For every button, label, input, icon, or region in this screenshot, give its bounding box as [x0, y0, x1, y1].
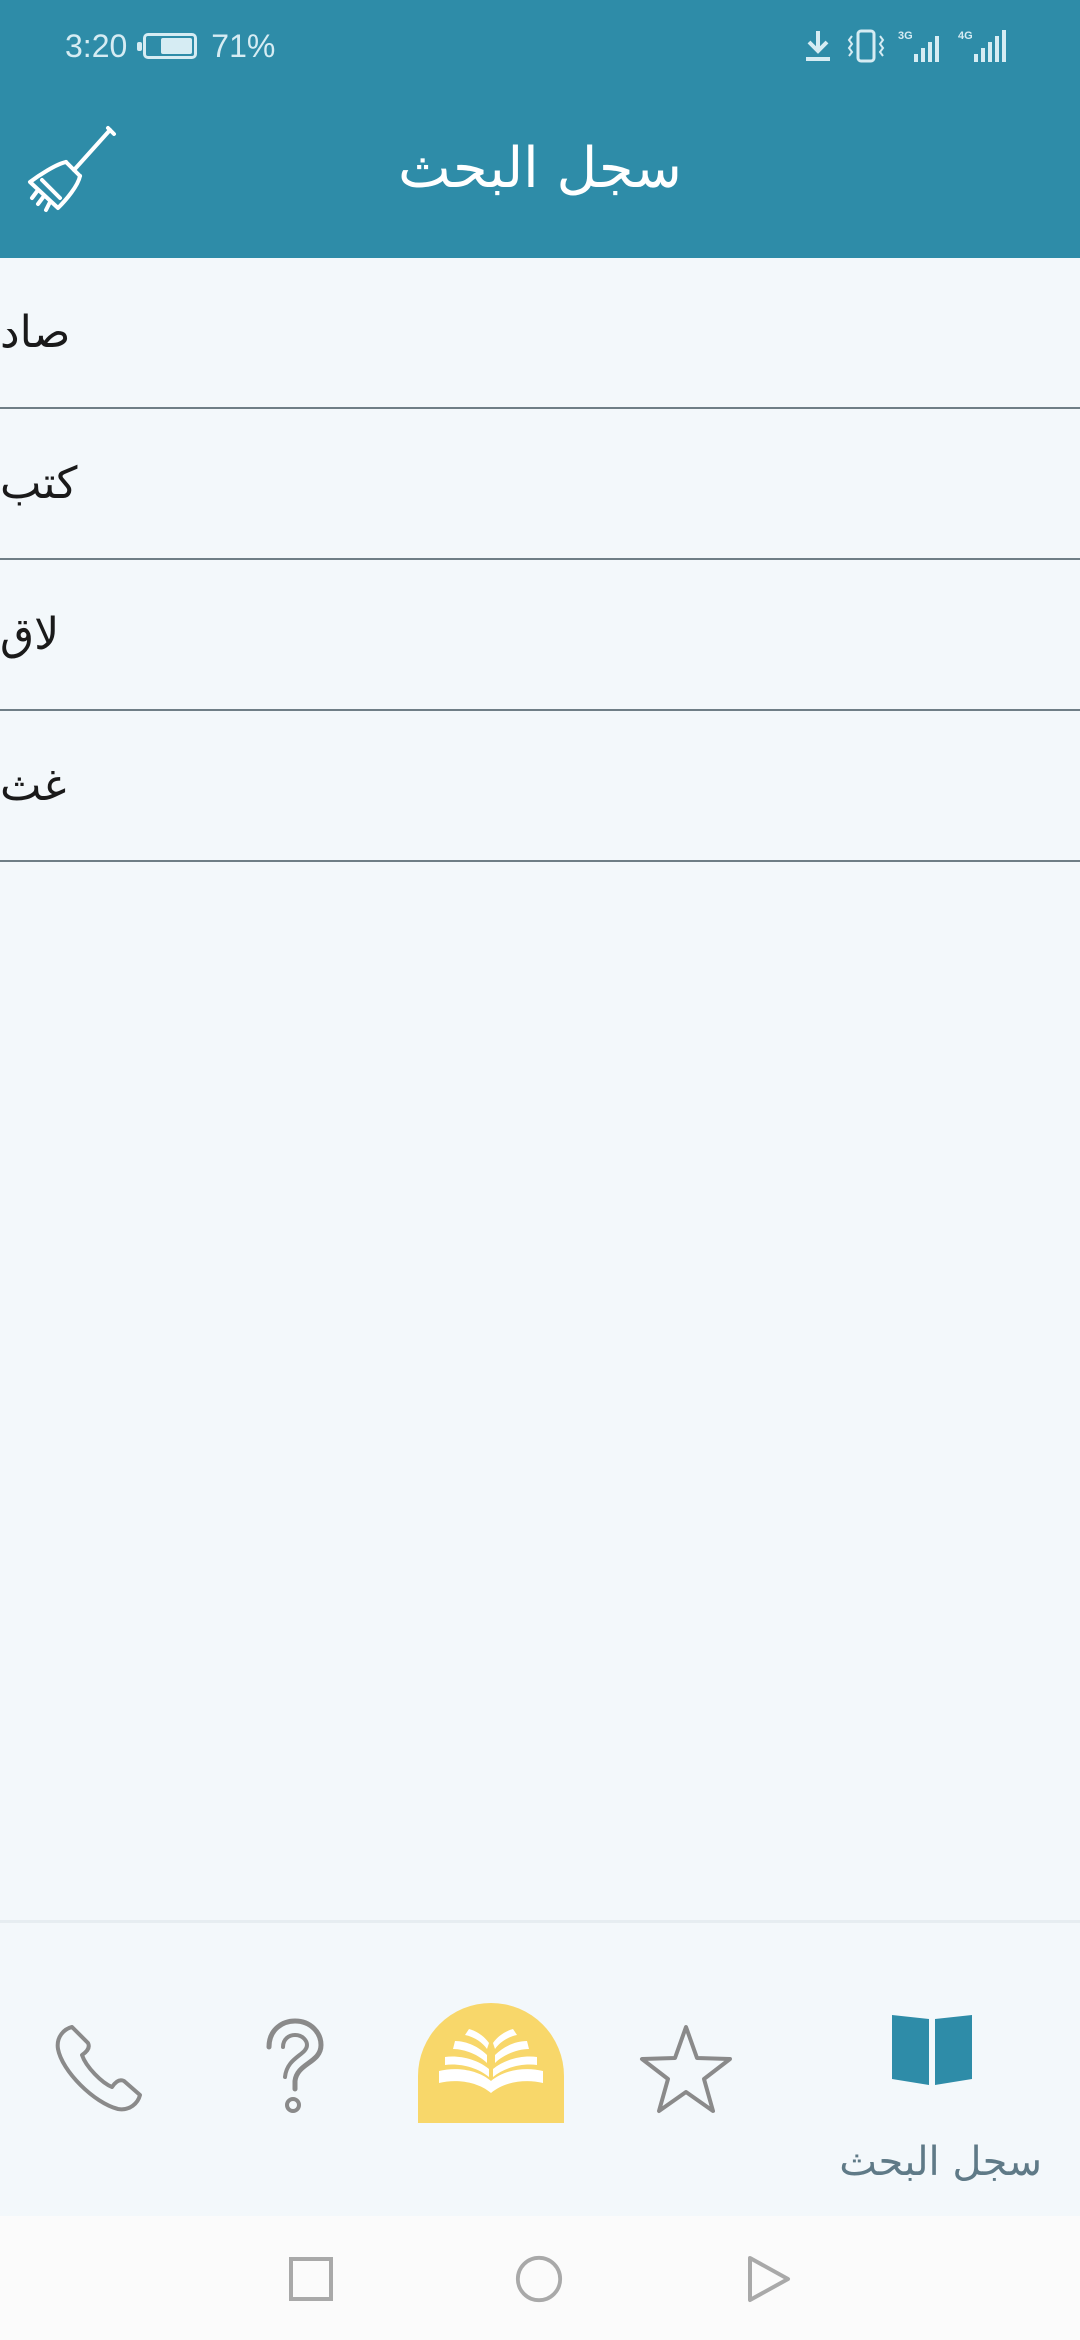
triangle-icon — [748, 2256, 790, 2302]
nav-contact[interactable] — [48, 2019, 148, 2119]
network-3g-label: 3G — [898, 30, 913, 42]
phone-icon — [55, 2025, 142, 2112]
search-history-list: صاد كتب لاق غث — [0, 258, 1080, 862]
nav-home[interactable] — [418, 2003, 564, 2123]
history-item[interactable]: لاق — [0, 560, 1080, 711]
nav-search-history[interactable] — [882, 2003, 982, 2099]
vibrate-icon — [847, 29, 885, 63]
battery-icon — [137, 33, 198, 59]
page-title: سجل البحث — [398, 136, 682, 201]
battery-level — [161, 38, 193, 54]
signal-4g-icon: 4G — [958, 30, 1006, 62]
recents-button[interactable] — [286, 2254, 336, 2304]
status-time: 3:20 — [65, 27, 128, 64]
nav-search-history-label: سجل البحث — [839, 2139, 1042, 2185]
app-bar: سجل البحث — [0, 92, 1080, 258]
back-button[interactable] — [744, 2254, 794, 2304]
bottom-nav: سجل البحث — [0, 1920, 1080, 2216]
status-left: 3:20 71% — [65, 22, 275, 70]
nav-help[interactable] — [244, 2015, 344, 2119]
home-button[interactable] — [514, 2254, 564, 2304]
book-open-icon — [439, 2029, 543, 2093]
question-icon — [266, 2018, 324, 2113]
status-bar: 3:20 71% 3G 4G — [0, 0, 1080, 92]
history-item[interactable]: كتب — [0, 409, 1080, 560]
nav-favorites[interactable] — [636, 2019, 736, 2119]
system-nav-bar — [0, 2216, 1080, 2340]
download-icon — [806, 31, 830, 61]
battery-percent: 71% — [211, 27, 276, 64]
circle-icon — [515, 2255, 563, 2303]
square-icon — [289, 2257, 333, 2301]
history-item[interactable]: غث — [0, 711, 1080, 862]
status-right: 3G 4G — [802, 22, 1010, 70]
network-4g-label: 4G — [958, 30, 973, 42]
book-icon — [892, 2015, 972, 2085]
star-icon — [640, 2025, 732, 2113]
history-item[interactable]: صاد — [0, 258, 1080, 409]
signal-3g-icon: 3G — [898, 30, 939, 62]
